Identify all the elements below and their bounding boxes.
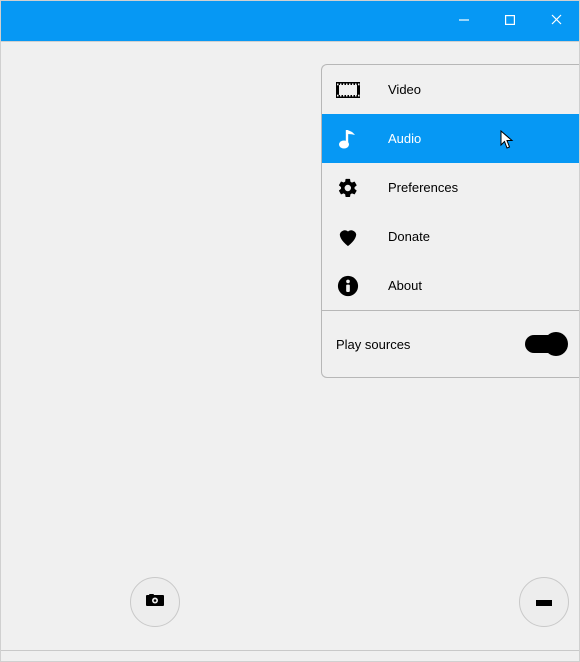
film-icon [336,78,360,102]
menu-item-label: About [388,278,422,293]
menu-item-label: Audio [388,131,421,146]
menu-item-preferences[interactable]: Preferences [322,163,579,212]
menu-item-video[interactable]: Video [322,65,579,114]
menu-item-label: Donate [388,229,430,244]
info-icon [336,274,360,298]
app-window: Video Audio [0,0,580,662]
minimize-icon [459,12,469,30]
close-icon [551,12,562,30]
bottom-divider [1,650,579,651]
cursor-icon [500,130,514,153]
menu-item-label: Video [388,82,421,97]
gear-icon [336,176,360,200]
menu-item-donate[interactable]: Donate [322,212,579,261]
minimize-button[interactable] [441,1,487,41]
toggle-knob [544,332,568,356]
titlebar [1,1,579,41]
content-area: Video Audio [1,41,579,661]
menu-item-about[interactable]: About [322,261,579,310]
menu-item-label: Preferences [388,180,458,195]
play-sources-toggle[interactable] [525,335,565,353]
heart-icon [336,225,360,249]
menu-item-audio[interactable]: Audio [322,114,579,163]
maximize-button[interactable] [487,1,533,41]
maximize-icon [505,12,515,30]
toggle-label: Play sources [336,337,410,352]
camera-fab[interactable] [130,577,180,627]
music-note-icon [336,127,360,151]
close-button[interactable] [533,1,579,41]
settings-menu: Video Audio [321,64,579,378]
play-sources-row: Play sources [322,311,579,377]
minus-icon [536,593,552,611]
camera-icon [146,593,164,611]
minus-fab[interactable] [519,577,569,627]
